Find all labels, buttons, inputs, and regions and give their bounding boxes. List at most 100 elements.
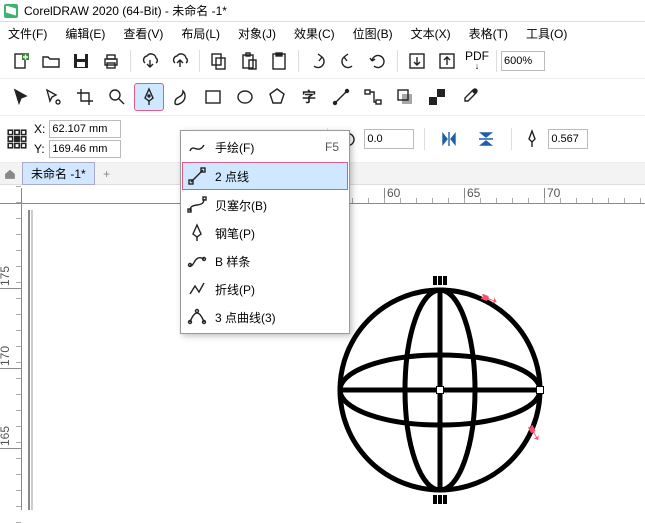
three-point-curve-icon xyxy=(187,307,207,327)
menu-item-pen[interactable]: 钢笔(P) xyxy=(181,219,349,247)
menu-view[interactable]: 查看(V) xyxy=(123,25,163,42)
y-field[interactable] xyxy=(49,140,121,158)
print-button[interactable] xyxy=(96,48,126,74)
pick-tool[interactable] xyxy=(6,83,36,111)
publish-pdf-button[interactable]: PDF↓ xyxy=(462,48,492,74)
ellipse-tool[interactable] xyxy=(230,83,260,111)
import-button[interactable] xyxy=(402,48,432,74)
selection-handle-top[interactable] xyxy=(433,276,447,285)
selection-handle-right[interactable] xyxy=(536,386,544,394)
polyline-icon xyxy=(187,279,207,299)
pen-tool-flyout: 手绘(F) F5 2 点线 贝塞尔(B) 钢笔(P) B 样条 折线(P) 3 … xyxy=(180,130,350,334)
menu-item-freehand[interactable]: 手绘(F) F5 xyxy=(181,133,349,161)
window-title: CorelDRAW 2020 (64-Bit) - 未命名 -1* xyxy=(24,2,227,19)
document-tab-label: 未命名 -1* xyxy=(31,167,86,181)
coordinates: X: Y: xyxy=(34,120,121,158)
globe-object[interactable]: ➸ ➸ xyxy=(330,280,550,500)
drop-shadow-tool[interactable] xyxy=(390,83,420,111)
save-button[interactable] xyxy=(66,48,96,74)
rectangle-tool[interactable] xyxy=(198,83,228,111)
menu-item-3pointcurve[interactable]: 3 点曲线(3) xyxy=(181,303,349,331)
crop-tool[interactable] xyxy=(70,83,100,111)
cloud-down-button[interactable] xyxy=(135,48,165,74)
menu-item-bezier[interactable]: 贝塞尔(B) xyxy=(181,191,349,219)
x-label: X: xyxy=(34,122,45,136)
copy-button[interactable] xyxy=(204,48,234,74)
new-button[interactable] xyxy=(6,48,36,74)
document-tab[interactable]: 未命名 -1* xyxy=(22,162,95,185)
zoom-field[interactable] xyxy=(501,51,545,71)
menu-item-label: 钢笔(P) xyxy=(215,225,255,242)
connector-tool[interactable] xyxy=(358,83,388,111)
x-field[interactable] xyxy=(49,120,121,138)
welcome-tab[interactable] xyxy=(0,164,20,184)
two-point-line-icon xyxy=(187,166,207,186)
rotation-field[interactable] xyxy=(364,129,414,149)
pen-tool[interactable] xyxy=(134,83,164,111)
add-tab-button[interactable]: + xyxy=(97,167,117,181)
zoom-tool[interactable] xyxy=(102,83,132,111)
shape-tool[interactable] xyxy=(38,83,68,111)
repeat-button[interactable] xyxy=(363,48,393,74)
ruler-v-tick: 170 xyxy=(0,346,22,369)
menu-item-polyline[interactable]: 折线(P) xyxy=(181,275,349,303)
polygon-tool[interactable] xyxy=(262,83,292,111)
menu-item-label: 手绘(F) xyxy=(215,139,254,156)
menu-bar: 文件(F) 编辑(E) 查看(V) 布局(L) 对象(J) 效果(C) 位图(B… xyxy=(0,22,645,44)
mirror-v-button[interactable] xyxy=(471,126,501,152)
ruler-h-tick: 70 xyxy=(544,188,560,204)
title-bar: CorelDRAW 2020 (64-Bit) - 未命名 -1* xyxy=(0,0,645,22)
bspline-icon xyxy=(187,251,207,271)
transparency-tool[interactable] xyxy=(422,83,452,111)
page-boundary xyxy=(28,210,32,510)
menu-item-label: 贝塞尔(B) xyxy=(215,197,267,214)
paste-button[interactable] xyxy=(234,48,264,74)
menu-effect[interactable]: 效果(C) xyxy=(294,25,335,42)
menu-text[interactable]: 文本(X) xyxy=(411,25,451,42)
toolbox: 字 xyxy=(0,79,645,116)
selection-handle-bottom[interactable] xyxy=(433,495,447,504)
text-tool[interactable]: 字 xyxy=(294,83,324,111)
cloud-up-button[interactable] xyxy=(165,48,195,74)
object-origin-icon[interactable] xyxy=(6,128,28,150)
y-label: Y: xyxy=(34,142,45,156)
pdf-label: PDF xyxy=(465,49,489,63)
menu-edit[interactable]: 编辑(E) xyxy=(65,25,105,42)
menu-item-label: 3 点曲线(3) xyxy=(215,309,276,326)
artistic-media-tool[interactable] xyxy=(166,83,196,111)
selection-center[interactable] xyxy=(436,386,444,394)
bezier-icon xyxy=(187,195,207,215)
ruler-v-tick: 165 xyxy=(0,426,22,449)
standard-toolbar: PDF↓ xyxy=(0,44,645,79)
eyedropper-tool[interactable] xyxy=(454,83,484,111)
menu-file[interactable]: 文件(F) xyxy=(8,25,47,42)
menu-bitmap[interactable]: 位图(B) xyxy=(353,25,393,42)
menu-item-label: B 样条 xyxy=(215,253,250,270)
menu-item-bspline[interactable]: B 样条 xyxy=(181,247,349,275)
clipboard-button[interactable] xyxy=(264,48,294,74)
menu-tools[interactable]: 工具(O) xyxy=(526,25,567,42)
svg-text:字: 字 xyxy=(302,89,316,106)
menu-item-label: 2 点线 xyxy=(215,168,249,185)
menu-item-label: 折线(P) xyxy=(215,281,255,298)
ruler-h-tick: 65 xyxy=(464,188,480,204)
ruler-v-tick: 175 xyxy=(0,266,22,289)
dimension-tool[interactable] xyxy=(326,83,356,111)
menu-table[interactable]: 表格(T) xyxy=(469,25,508,42)
open-button[interactable] xyxy=(36,48,66,74)
redo-button[interactable] xyxy=(333,48,363,74)
export-button[interactable] xyxy=(432,48,462,74)
menu-object[interactable]: 对象(J) xyxy=(238,25,276,42)
pen-icon xyxy=(187,223,207,243)
outline-pen-icon xyxy=(522,129,542,149)
menu-item-shortcut: F5 xyxy=(325,140,339,154)
ruler-vertical[interactable]: 175 170 165 xyxy=(0,204,22,510)
app-logo-icon xyxy=(4,4,18,18)
menu-layout[interactable]: 布局(L) xyxy=(181,25,220,42)
mirror-h-button[interactable] xyxy=(435,126,465,152)
ruler-h-tick: 60 xyxy=(384,188,400,204)
menu-item-2pointline[interactable]: 2 点线 xyxy=(182,162,348,190)
freehand-icon xyxy=(187,137,207,157)
outline-width-field[interactable] xyxy=(548,129,588,149)
undo-button[interactable] xyxy=(303,48,333,74)
